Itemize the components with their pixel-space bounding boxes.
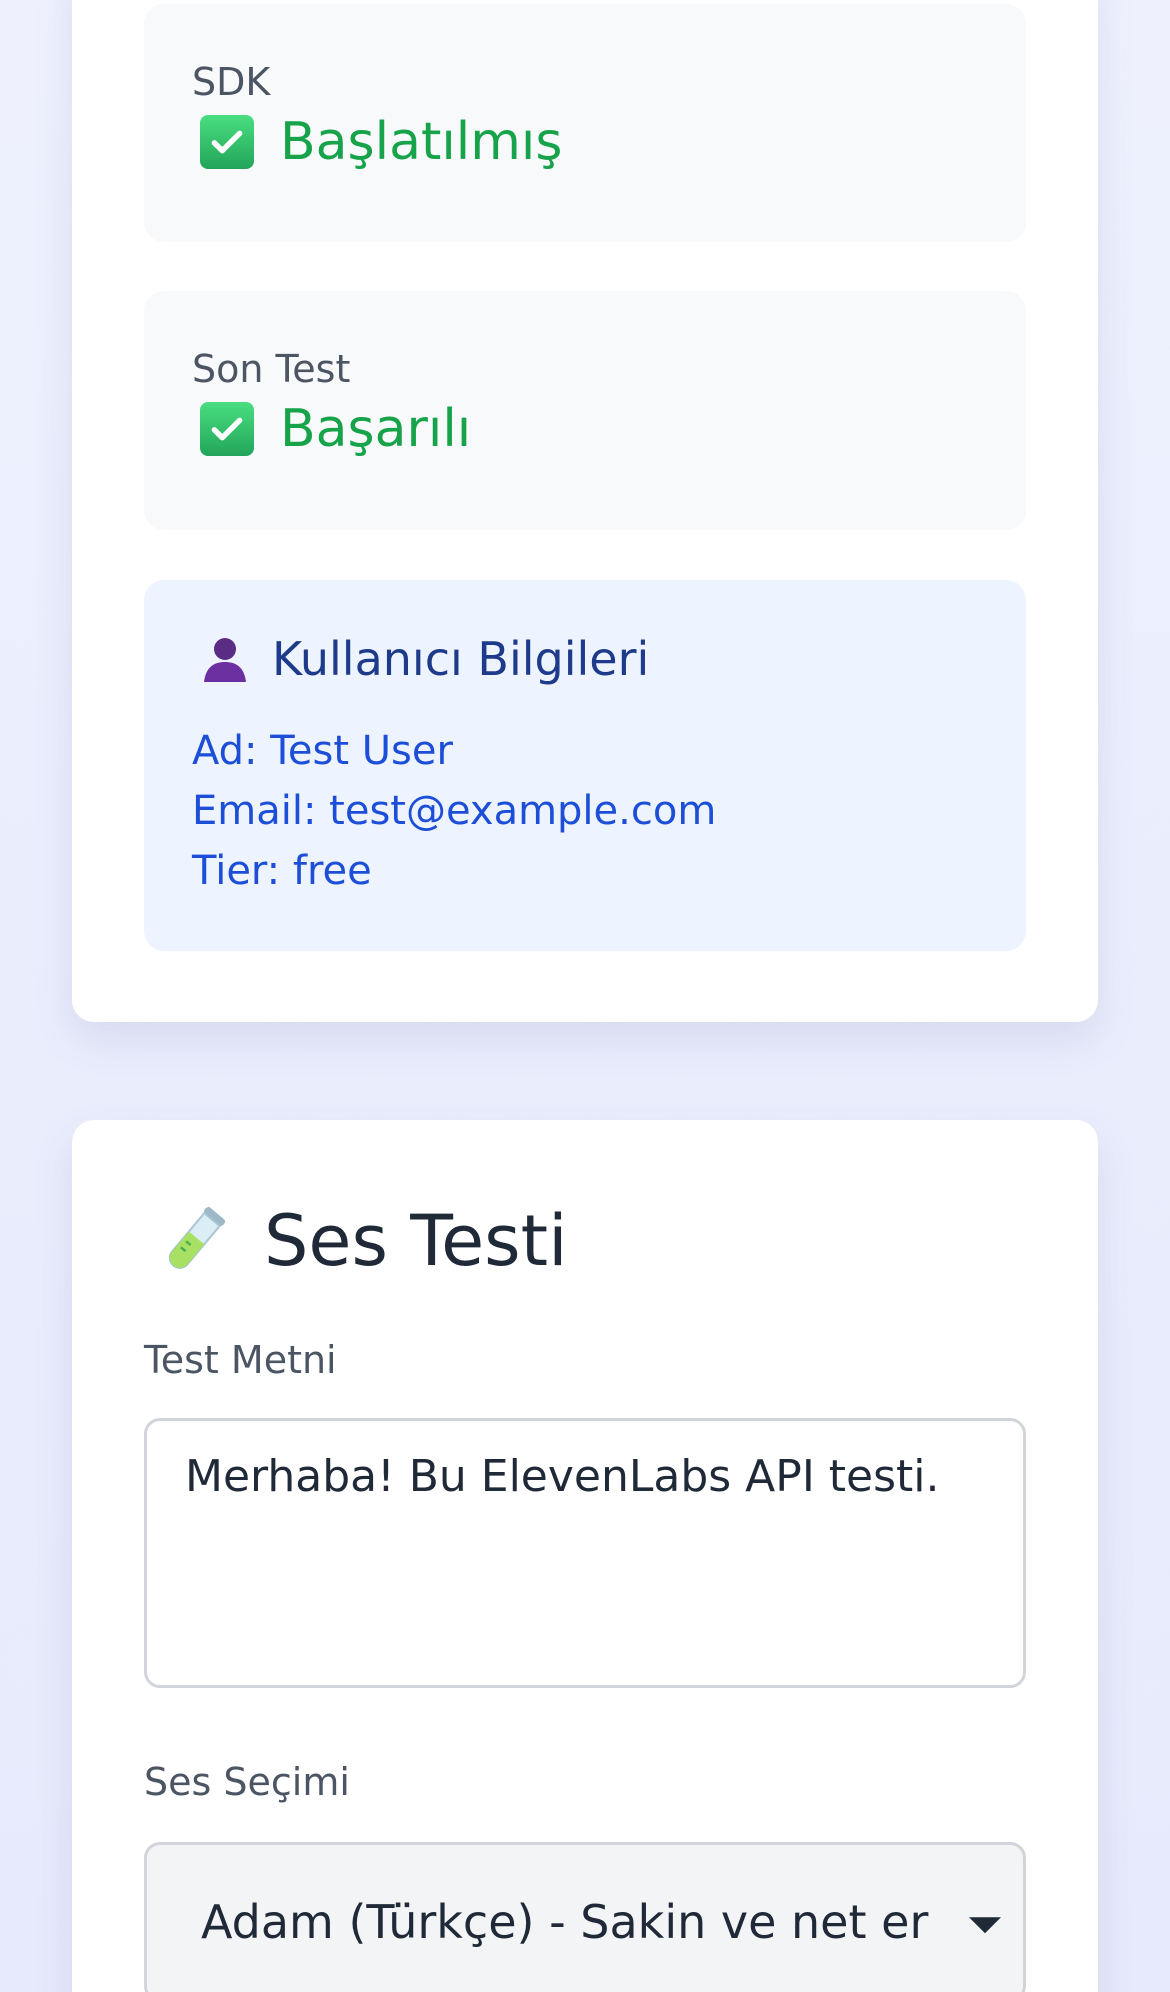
test-text-label: Test Metni [144, 1338, 337, 1382]
voice-select[interactable]: Adam (Türkçe) - Sakin ve net erke [144, 1842, 1026, 1992]
check-mark-icon [200, 402, 254, 456]
last-test-status-value: Başarılı [200, 399, 471, 459]
sdk-status-text: Başlatılmış [280, 112, 563, 172]
user-silhouette-icon [200, 634, 250, 684]
sdk-status-box: SDK Başlatılmış [144, 4, 1026, 242]
last-test-status-text: Başarılı [280, 399, 472, 459]
voice-select-label: Ses Seçimi [144, 1760, 350, 1804]
user-name-line: Ad: Test User [192, 728, 453, 774]
user-email-line: Email: test@example.com [192, 788, 717, 834]
voice-test-card: Ses Testi Test Metni Merhaba! Bu ElevenL… [72, 1120, 1098, 1992]
chevron-down-icon[interactable] [969, 1917, 1001, 1934]
last-test-label: Son Test [192, 347, 351, 391]
status-card: SDK Başlatılmış Son Test Başarılı Kullan… [72, 0, 1098, 1022]
voice-select-value: Adam (Türkçe) - Sakin ve net erke [201, 1895, 931, 1949]
test-tube-icon [154, 1201, 234, 1281]
voice-test-title-text: Ses Testi [264, 1200, 568, 1282]
user-info-title-text: Kullanıcı Bilgileri [272, 632, 650, 686]
check-mark-icon [200, 115, 254, 169]
user-tier-line: Tier: free [192, 848, 372, 894]
sdk-label: SDK [192, 60, 271, 104]
user-info-title: Kullanıcı Bilgileri [200, 632, 649, 686]
voice-test-title: Ses Testi [154, 1200, 568, 1282]
sdk-status-value: Başlatılmış [200, 112, 562, 172]
last-test-status-box: Son Test Başarılı [144, 291, 1026, 530]
test-text-input[interactable]: Merhaba! Bu ElevenLabs API testi. [144, 1418, 1026, 1688]
user-info-box: Kullanıcı Bilgileri Ad: Test User Email:… [144, 580, 1026, 951]
